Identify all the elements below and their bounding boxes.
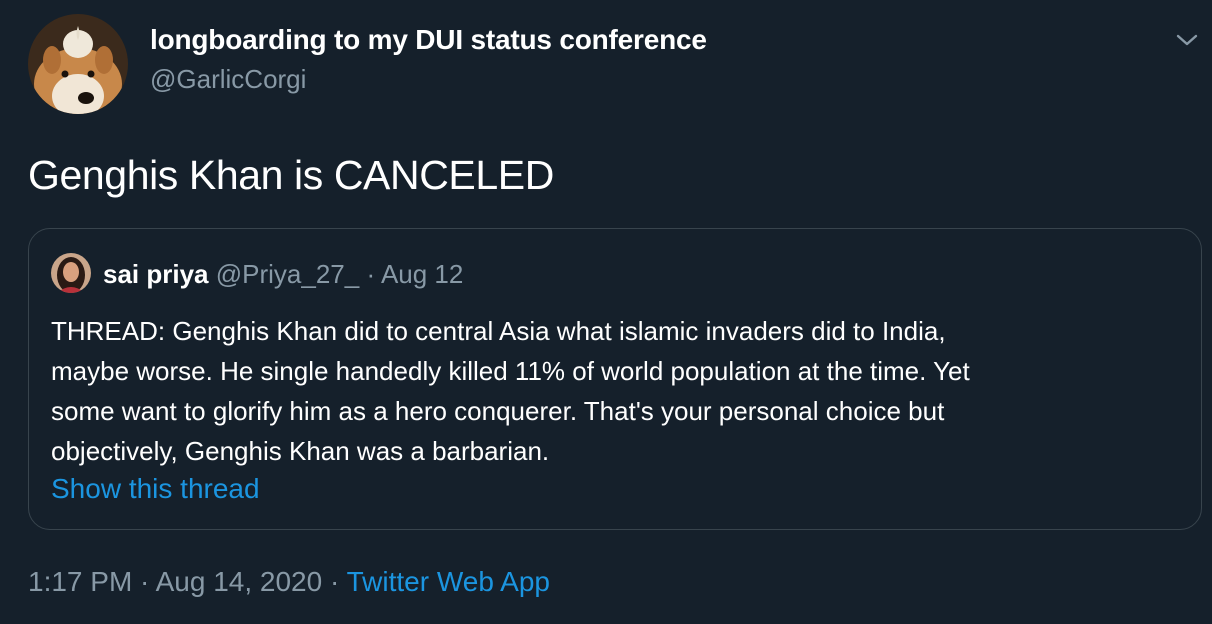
quoted-text-line: objectively, Genghis Khan was a barbaria…	[51, 436, 550, 466]
quoted-text-line: THREAD: Genghis Khan did to central Asia…	[51, 316, 946, 346]
quoted-author-avatar[interactable]	[51, 253, 91, 293]
quoted-tweet[interactable]: sai priya @Priya_27_ · Aug 12 THREAD: Ge…	[28, 228, 1202, 530]
tweet-menu-button[interactable]	[1170, 26, 1204, 54]
quoted-display-name: sai priya	[103, 259, 209, 289]
tweet-source-link[interactable]: Twitter Web App	[347, 566, 550, 597]
quoted-handle: @Priya_27_	[215, 259, 360, 289]
tweet-meta: 1:17 PM · Aug 14, 2020 · Twitter Web App	[28, 566, 550, 598]
author-avatar[interactable]	[28, 14, 128, 114]
quoted-text-line: some want to glorify him as a hero conqu…	[51, 396, 945, 426]
quoted-date: Aug 12	[380, 259, 464, 289]
meta-separator: ·	[330, 566, 340, 597]
quoted-header: sai priya @Priya_27_ · Aug 12	[103, 259, 463, 290]
corgi-avatar-icon	[28, 14, 128, 114]
quoted-separator: ·	[366, 259, 376, 289]
quoted-text: THREAD: Genghis Khan did to central Asia…	[51, 311, 1191, 471]
show-thread-link[interactable]: Show this thread	[51, 473, 260, 505]
quoted-text-line: maybe worse. He single handedly killed 1…	[51, 356, 970, 386]
author-handle[interactable]: @GarlicCorgi	[150, 64, 707, 95]
chevron-down-icon	[1176, 34, 1198, 46]
user-avatar-icon	[51, 253, 91, 293]
tweet-card: longboarding to my DUI status conference…	[0, 0, 1212, 624]
tweet-text: Genghis Khan is CANCELED	[28, 152, 554, 198]
author-block: longboarding to my DUI status conference…	[150, 24, 707, 95]
tweet-timestamp[interactable]: 1:17 PM · Aug 14, 2020	[28, 566, 322, 597]
author-display-name[interactable]: longboarding to my DUI status conference	[150, 24, 707, 56]
